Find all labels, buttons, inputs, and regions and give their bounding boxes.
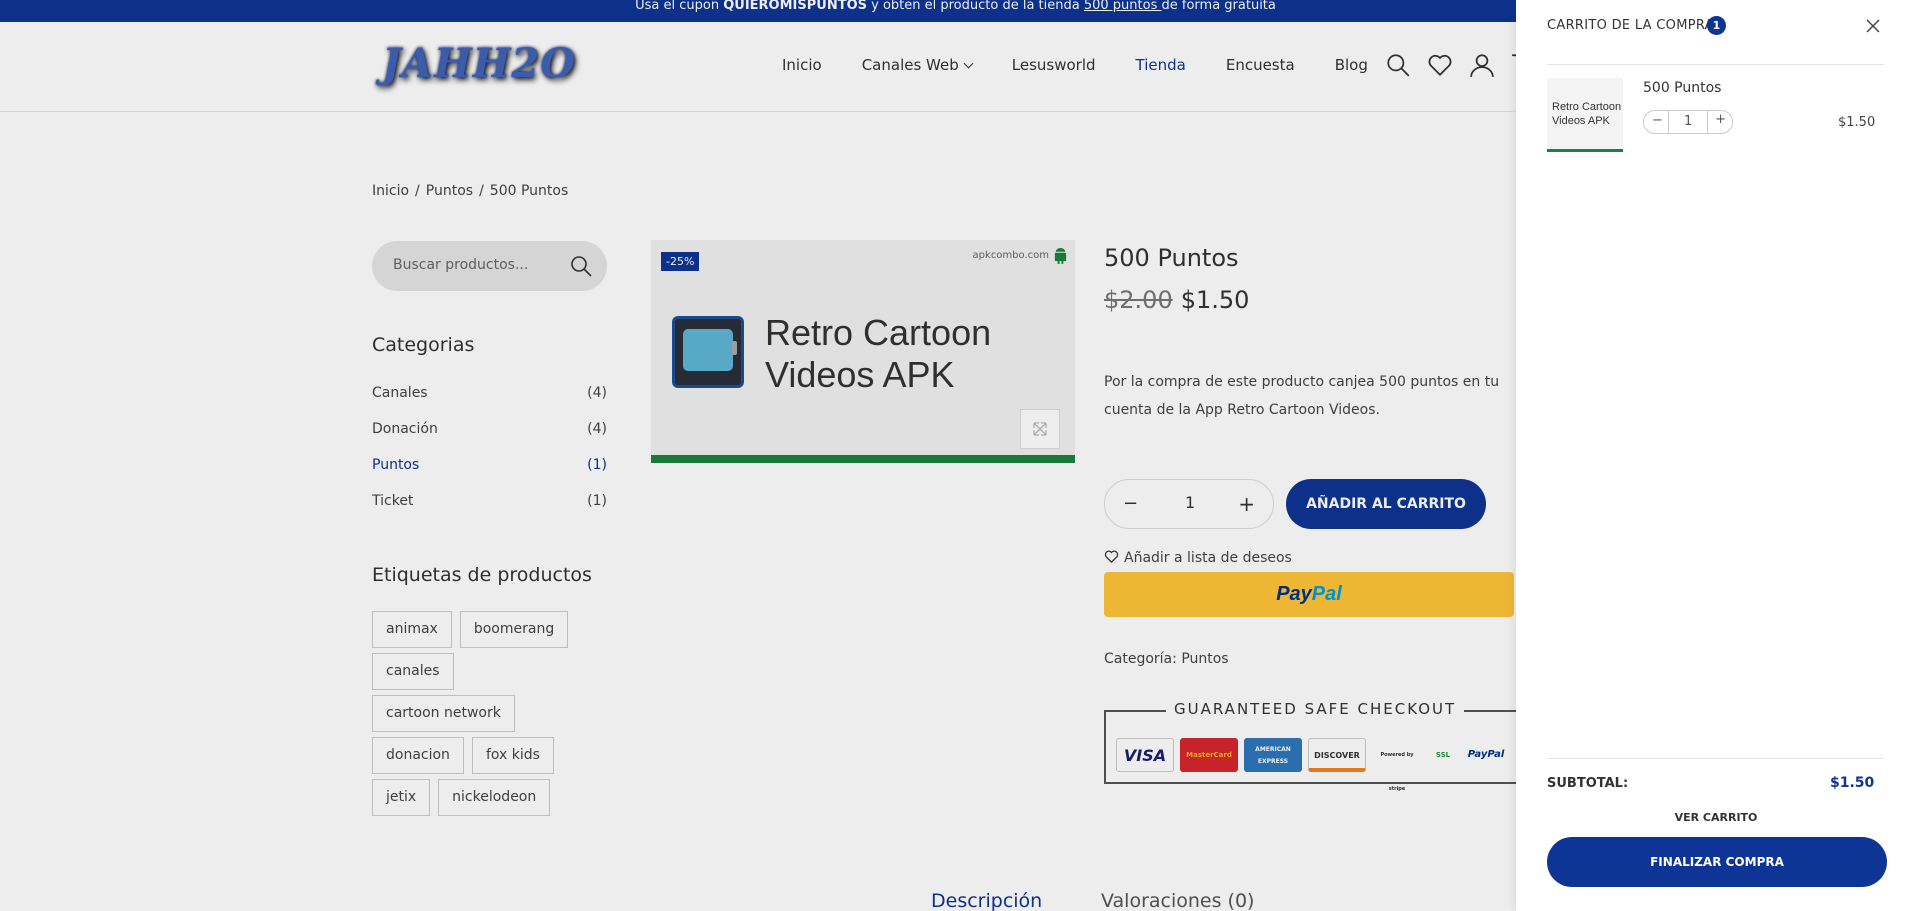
cart-item-quantity-stepper: − 1 + xyxy=(1643,110,1733,134)
cart-item-thumbnail[interactable]: Retro Cartoon Videos APK xyxy=(1547,78,1623,152)
close-icon[interactable] xyxy=(1862,15,1884,37)
cart-qty-minus[interactable]: − xyxy=(1652,113,1663,128)
cart-qty-value[interactable]: 1 xyxy=(1684,114,1692,129)
subtotal-label: SUBTOTAL: xyxy=(1547,776,1629,791)
divider xyxy=(1547,64,1884,65)
subtotal-value: $1.50 xyxy=(1830,775,1875,791)
thumb-title: Retro Cartoon Videos APK xyxy=(1552,100,1621,128)
view-cart-button[interactable]: VER CARRITO xyxy=(1516,811,1856,824)
cart-drawer: CARRITO DE LA COMPRA 1 Retro Cartoon Vide… xyxy=(1516,0,1911,911)
cart-qty-plus[interactable]: + xyxy=(1715,112,1726,127)
thumb-bar xyxy=(1547,149,1623,152)
cart-title: CARRITO DE LA COMPRA xyxy=(1547,18,1714,33)
checkout-button[interactable]: FINALIZAR COMPRA xyxy=(1547,837,1887,887)
thumb-title-line2: Videos APK xyxy=(1552,115,1610,127)
cart-item-price: $1.50 xyxy=(1838,115,1876,130)
cart-item-name[interactable]: 500 Puntos xyxy=(1643,80,1721,96)
thumb-title-line1: Retro Cartoon xyxy=(1552,101,1622,113)
divider xyxy=(1547,758,1884,759)
cart-count-badge: 1 xyxy=(1707,16,1726,35)
